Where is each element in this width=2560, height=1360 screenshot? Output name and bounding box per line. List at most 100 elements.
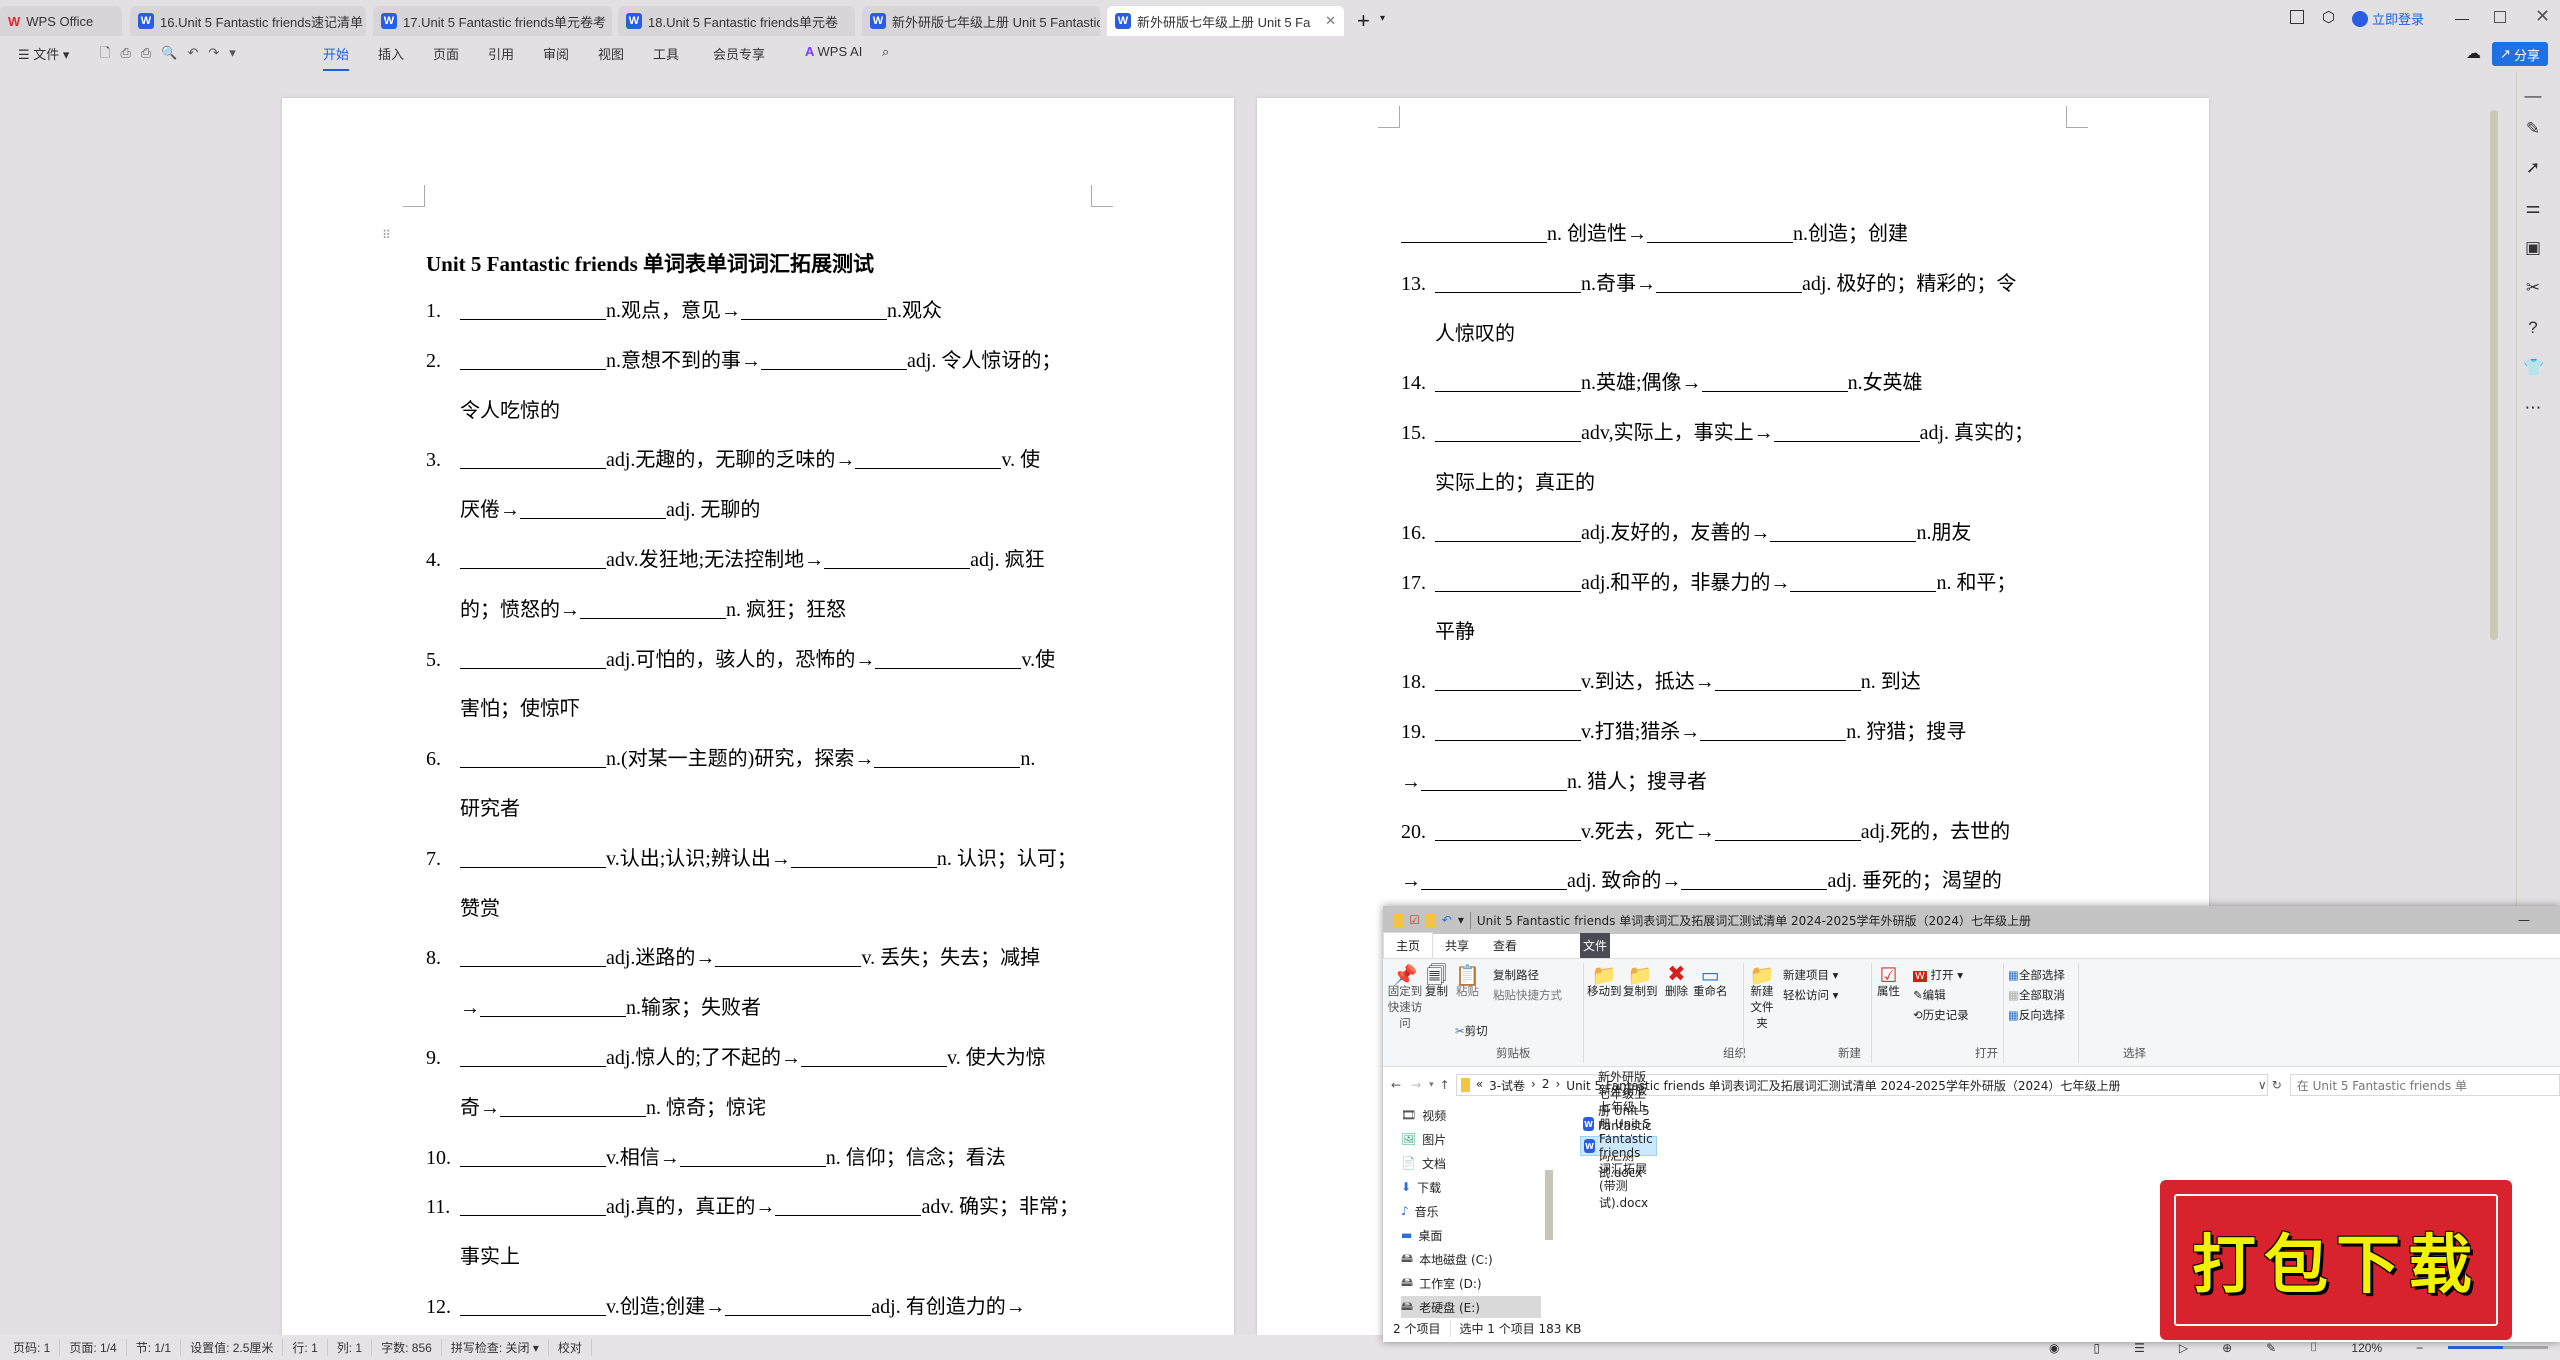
refresh-button[interactable]: ↻ [2272, 1078, 2282, 1092]
move-to-button[interactable]: 📁 移动到 [1587, 965, 1622, 999]
pen-view-icon[interactable]: ✎ [2257, 1341, 2285, 1355]
answer-blank[interactable] [1435, 819, 1581, 841]
answer-blank[interactable] [725, 1294, 872, 1316]
answer-blank[interactable] [460, 1145, 606, 1167]
zoom-level[interactable]: 120% [2342, 1341, 2391, 1355]
properties-qa-icon[interactable]: ☑ [1409, 913, 1420, 927]
nav-item[interactable]: 📄 文档 [1401, 1152, 1541, 1174]
tab-list-chevron-icon[interactable]: ▾ [1380, 13, 1385, 24]
vertical-scrollbar[interactable] [2490, 110, 2498, 640]
nav-item[interactable]: ⬇ 下载 [1401, 1176, 1541, 1198]
page-view-icon[interactable]: ▯ [2084, 1341, 2109, 1355]
answer-blank[interactable] [1435, 370, 1581, 393]
answer-blank[interactable] [775, 1194, 922, 1217]
answer-blank[interactable] [824, 547, 971, 569]
cloud-upload-icon[interactable]: ☁ [2466, 44, 2481, 62]
file-item[interactable]: W 新外研版七年级上册 Unit 5 Fantastic friends 词汇拓展… [1580, 1083, 1657, 1210]
answer-blank[interactable] [460, 1294, 606, 1316]
tab-4[interactable]: W 新外研版七年级上册 Unit 5 Fantastic [862, 6, 1100, 36]
answer-blank[interactable] [460, 945, 606, 968]
tab-2[interactable]: W 17.Unit 5 Fantastic friends单元卷考 [373, 6, 612, 36]
answer-blank[interactable] [1421, 769, 1567, 791]
answer-blank[interactable] [460, 298, 606, 320]
menu-tab[interactable]: 插入 [378, 44, 404, 63]
answer-blank[interactable] [874, 746, 1021, 769]
easy-access-button[interactable]: 轻松访问 ▾ [1783, 987, 1838, 1003]
address-bar[interactable]: «3-试卷 › 2 › Unit 5 Fantastic friends 单词表词汇及拓… [1455, 1074, 2268, 1096]
answer-blank[interactable] [460, 746, 606, 769]
ribbon-tab[interactable]: 查看 [1481, 933, 1529, 958]
address-dropdown-icon[interactable]: ∨ [2258, 1078, 2267, 1092]
answer-blank[interactable] [480, 995, 626, 1018]
pin-button[interactable]: 📌 固定到快速访问 [1387, 965, 1423, 1031]
paste-button[interactable]: 📋 粘贴 [1455, 965, 1480, 999]
nav-item[interactable]: 🖴 老硬盘 (E:) [1401, 1296, 1541, 1318]
status-item[interactable]: 列: 1 [328, 1339, 373, 1356]
search-input[interactable]: 在 Unit 5 Fantastic friends 单 [2289, 1074, 2560, 1096]
share-button[interactable]: ↗ 分享 [2492, 42, 2548, 66]
status-item[interactable]: 节: 1/1 [127, 1339, 182, 1356]
answer-blank[interactable] [1435, 719, 1581, 741]
answer-blank[interactable] [1647, 221, 1793, 243]
nav-item[interactable]: 🖴 本地磁盘 (C:) [1401, 1248, 1541, 1270]
answer-blank[interactable] [460, 647, 606, 669]
answer-blank[interactable] [875, 647, 1022, 669]
answer-blank[interactable] [500, 1095, 646, 1117]
answer-blank[interactable] [1681, 868, 1828, 891]
copy-to-button[interactable]: 📁 复制到 [1623, 965, 1658, 999]
answer-blank[interactable] [1770, 520, 1917, 542]
answer-blank[interactable] [1435, 669, 1581, 692]
copy-path-button[interactable]: 复制路径 [1493, 967, 1539, 983]
answer-blank[interactable] [460, 348, 606, 370]
more-icon[interactable]: ⋯ [2523, 398, 2543, 418]
answer-blank[interactable] [790, 846, 937, 868]
download-package-stamp[interactable]: 打包下载 [2160, 1180, 2512, 1340]
wps-ai-button[interactable]: A WPS AI [805, 44, 862, 59]
answer-blank[interactable] [679, 1145, 826, 1167]
tab-close-icon[interactable]: ✕ [1325, 13, 1336, 29]
answer-blank[interactable] [460, 447, 606, 470]
answer-blank[interactable] [715, 945, 862, 968]
breadcrumb-item[interactable]: 2 [1542, 1077, 1550, 1094]
select-none-button[interactable]: ▦全部取消 [2008, 987, 2065, 1003]
status-item[interactable]: 页面: 1/4 [60, 1339, 127, 1356]
history-button[interactable]: ⟲历史记录 [1913, 1007, 1969, 1023]
minimize-button[interactable]: — [2455, 10, 2469, 26]
ribbon-tab[interactable]: 文件 [1580, 933, 1611, 958]
answer-blank[interactable] [520, 497, 666, 520]
menu-tab[interactable]: 视图 [598, 44, 624, 63]
breadcrumb-item[interactable]: 3-试卷 [1489, 1077, 1525, 1094]
outline-view-icon[interactable]: ☰ [2125, 1341, 2154, 1355]
breadcrumb-item[interactable]: › [1555, 1077, 1560, 1094]
help-icon[interactable]: ? [2523, 318, 2543, 338]
breadcrumb-item[interactable]: « [1476, 1077, 1483, 1094]
invert-selection-button[interactable]: ▦反向选择 [2008, 1007, 2065, 1023]
explorer-minimize-button[interactable]: — [2518, 913, 2530, 927]
status-item[interactable]: 拼写检查: 关闭 ▾ [442, 1339, 549, 1356]
sliders-icon[interactable]: ⚌ [2523, 198, 2543, 218]
tab-3[interactable]: W 18.Unit 5 Fantastic friends单元卷 [618, 6, 855, 36]
undo-icon[interactable]: ↶ [1442, 913, 1452, 927]
breadcrumb-item[interactable]: › [1531, 1077, 1536, 1094]
answer-blank[interactable] [1790, 570, 1937, 592]
answer-blank[interactable] [741, 298, 887, 320]
answer-blank[interactable] [1435, 520, 1581, 542]
nav-item[interactable]: ♪ 音乐 [1401, 1200, 1541, 1222]
answer-blank[interactable] [761, 348, 907, 370]
restore-button[interactable] [2494, 11, 2506, 23]
menu-tab[interactable]: 页面 [433, 44, 459, 63]
answer-blank[interactable] [1701, 370, 1848, 393]
new-folder-button[interactable]: 📁 新建文件夹 [1747, 965, 1777, 1031]
answer-blank[interactable] [1714, 669, 1861, 692]
edit-button[interactable]: ✎编辑 [1913, 987, 1946, 1003]
answer-blank[interactable] [801, 1045, 947, 1067]
answer-blank[interactable] [460, 547, 606, 569]
answer-blank[interactable] [1421, 868, 1567, 891]
menu-tab[interactable]: 开始 [323, 44, 350, 71]
file-menu[interactable]: ☰ 文件 ▾ [18, 44, 69, 63]
delete-button[interactable]: ✖ 删除 [1665, 964, 1688, 999]
recent-dropdown[interactable]: ▾ [1429, 1080, 1434, 1090]
answer-blank[interactable] [460, 846, 606, 868]
properties-button[interactable]: ☑ 属性 [1877, 965, 1900, 999]
nav-scrollbar[interactable] [1545, 1170, 1553, 1240]
